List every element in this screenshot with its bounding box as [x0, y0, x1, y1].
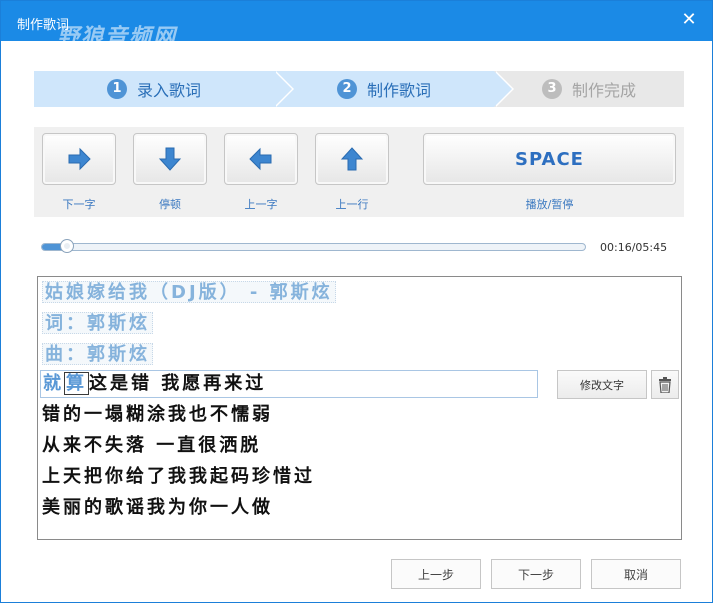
next-char-label: 下一字: [62, 198, 96, 211]
step-1: 1 录入歌词: [34, 71, 274, 107]
title-bar: 制作歌词 野狼音频网 ✕: [1, 1, 712, 50]
step-1-label: 录入歌词: [136, 81, 201, 100]
time-readout: 00:16/05:45: [600, 241, 668, 254]
arrow-up-icon: [340, 147, 364, 171]
step-arrow-2: [494, 71, 512, 107]
untimed-text: 这是错 我愿再来过: [89, 373, 267, 394]
delete-line-button[interactable]: [651, 370, 679, 399]
step-3: 3 制作完成: [494, 71, 684, 107]
space-play-button[interactable]: SPACE: [423, 133, 676, 185]
step-2: 2 制作歌词: [274, 71, 494, 107]
arrow-left-icon: [249, 147, 272, 171]
progress-track[interactable]: [41, 243, 586, 251]
lyric-line: 美丽的歌谣我为你一人做: [42, 497, 273, 518]
trash-icon: [659, 376, 671, 393]
next-step-button[interactable]: 下一步: [491, 559, 581, 589]
playback-progress: 00:16/05:45: [41, 237, 681, 257]
step-2-number: 2: [336, 79, 357, 99]
lyric-line: 从来不失落 一直很洒脱: [42, 435, 262, 456]
step-3-label: 制作完成: [571, 81, 636, 100]
cancel-button[interactable]: 取消: [591, 559, 681, 589]
lyric-line-current[interactable]: 就算这是错 我愿再来过: [40, 370, 538, 398]
step-1-number: 1: [106, 79, 127, 99]
lyric-line-done: 姑娘嫁给我（DJ版） - 郭斯炫: [42, 281, 336, 303]
lyric-line-done: 曲：郭斯炫: [42, 343, 153, 365]
arrow-right-icon: [68, 147, 91, 171]
make-lyrics-dialog: 制作歌词 野狼音频网 ✕ 1 录入歌词 2 制作歌词 3 制作完成 下一字 停顿: [0, 0, 713, 603]
prev-char-button[interactable]: [224, 133, 298, 185]
edit-text-button[interactable]: 修改文字: [557, 370, 647, 399]
next-char-button[interactable]: [42, 133, 116, 185]
prev-line-button[interactable]: [315, 133, 389, 185]
watermark-logo: 野狼音频网: [57, 25, 178, 50]
step-2-label: 制作歌词: [366, 81, 431, 100]
step-indicator: 1 录入歌词 2 制作歌词 3 制作完成: [34, 71, 684, 107]
prev-char-label: 上一字: [244, 198, 278, 211]
lyric-line-done: 词：郭斯炫: [42, 312, 153, 334]
lyrics-editor[interactable]: 姑娘嫁给我（DJ版） - 郭斯炫 词：郭斯炫 曲：郭斯炫 就算这是错 我愿再来过…: [37, 276, 682, 540]
lyric-line: 上天把你给了我我起码珍惜过: [42, 466, 315, 487]
arrow-down-icon: [158, 147, 182, 171]
pause-button[interactable]: [133, 133, 207, 185]
pause-label: 停顿: [159, 198, 181, 211]
close-icon[interactable]: ✕: [680, 11, 698, 29]
progress-thumb[interactable]: [60, 239, 75, 253]
prev-line-label: 上一行: [335, 198, 369, 211]
step-arrow-1: [274, 71, 292, 107]
step-3-number: 3: [541, 79, 562, 99]
prev-step-button[interactable]: 上一步: [391, 559, 481, 589]
play-pause-label: 播放/暂停: [525, 198, 574, 211]
timed-char: 就: [43, 373, 64, 394]
timing-toolbar: 下一字 停顿 上一字 上一行 SPACE 播放/暂停: [34, 127, 684, 217]
lyric-line: 错的一塌糊涂我也不懦弱: [42, 404, 273, 425]
current-char-cursor: 算: [64, 372, 89, 395]
